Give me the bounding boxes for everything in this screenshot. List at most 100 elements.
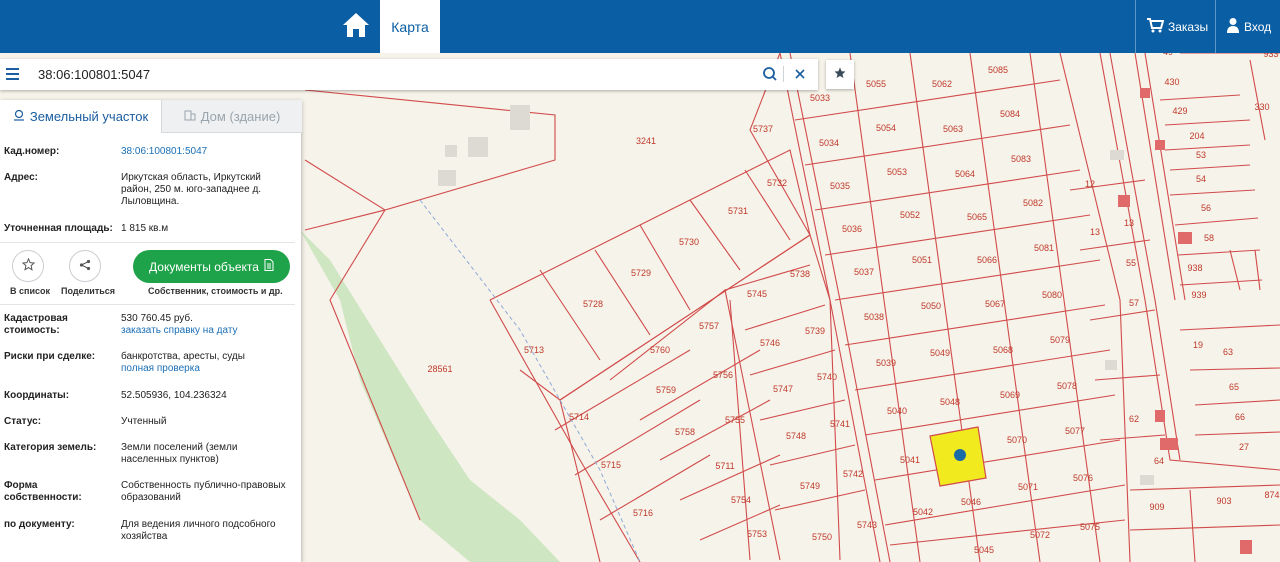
divider: [783, 66, 784, 82]
add-to-list-label: В список: [10, 286, 50, 296]
location-pin-icon: [13, 109, 25, 124]
parcel-label: 5745: [747, 289, 767, 299]
parcel-label: 5085: [988, 65, 1008, 75]
parcel-label: 909: [1149, 502, 1164, 512]
parcel-label: 13: [1124, 218, 1134, 228]
parcel-label: 939: [1191, 290, 1206, 300]
parcel-label: 5062: [932, 79, 952, 89]
cadnum-label: Кад.номер:: [4, 146, 60, 157]
add-to-list-button[interactable]: [12, 250, 44, 282]
address-value: Иркутская область, Иркутский район, 250 …: [121, 172, 293, 208]
address-line: Лыловщина.: [121, 196, 180, 207]
parcel-label: 5754: [731, 495, 751, 505]
parcel-label: 5741: [830, 419, 850, 429]
hamburger-menu-icon[interactable]: [6, 68, 19, 80]
tab-building[interactable]: Дом (здание): [161, 100, 302, 133]
parcel-label: 5046: [961, 497, 981, 507]
star-icon: [834, 66, 846, 84]
top-navbar: Карта Заказы Вход: [0, 0, 1280, 53]
login-button[interactable]: Вход: [1215, 0, 1280, 53]
parcel-label: 5071: [1018, 482, 1038, 492]
parcel-label: 5072: [1030, 530, 1050, 540]
order-certificate-link[interactable]: заказать справку на дату: [121, 325, 293, 337]
document-value: Для ведения личного подсобного хозяйства: [121, 519, 293, 543]
parcel-label: 5052: [900, 210, 920, 220]
parcel-label: 5079: [1050, 335, 1070, 345]
search-bar: [0, 59, 818, 90]
coordinates-label: Координаты:: [4, 390, 70, 401]
tab-land-plot[interactable]: Земельный участок: [0, 100, 161, 132]
full-check-link[interactable]: полная проверка: [121, 363, 293, 375]
ownership-label: Форма собственности:: [4, 480, 82, 503]
parcel-label: 5048: [940, 397, 960, 407]
parcel-label: 5755: [725, 415, 745, 425]
parcel-label: 5084: [1000, 109, 1020, 119]
tab-building-label: Дом (здание): [200, 108, 281, 124]
parcel-label: 5731: [728, 206, 748, 216]
status-label: Статус:: [4, 416, 42, 427]
parcel-label: 5715: [601, 460, 621, 470]
star-outline-icon: [21, 257, 35, 274]
address-line: Иркутская область, Иркутский: [121, 172, 261, 183]
parcel-label: 13: [1090, 227, 1100, 237]
share-icon: [79, 259, 91, 274]
parcel-label: 5742: [843, 469, 863, 479]
parcel-label: 27: [1239, 442, 1249, 452]
documents-button[interactable]: Документы объекта: [133, 250, 290, 283]
parcel-label: 5757: [699, 321, 719, 331]
parcel-label: 62: [1129, 414, 1139, 424]
search-icon[interactable]: [762, 66, 778, 82]
parcel-label: 5083: [1011, 154, 1031, 164]
value-line: Земли поселений (земли: [121, 442, 238, 453]
parcel-label: 5050: [921, 301, 941, 311]
parcel-label: 5746: [760, 338, 780, 348]
parcel-label: 5756: [713, 370, 733, 380]
clear-icon[interactable]: [792, 66, 808, 82]
label-line: Кадастровая: [4, 313, 68, 324]
parcel-label: 5716: [633, 508, 653, 518]
parcel-label: 28561: [427, 364, 452, 374]
tab-map[interactable]: Карта: [380, 0, 440, 53]
favorite-star-button[interactable]: [826, 60, 854, 89]
share-button[interactable]: [69, 250, 101, 282]
parcel-label: 5759: [656, 385, 676, 395]
documents-button-label: Документы объекта: [149, 259, 259, 274]
coordinates-value: 52.505936, 104.236324: [121, 390, 227, 401]
parcel-label: 5732: [767, 178, 787, 188]
parcel-label: 429: [1172, 106, 1187, 116]
parcel-label: 57: [1129, 298, 1139, 308]
building-icon: [184, 109, 196, 124]
parcel-label: 5077: [1065, 426, 1085, 436]
parcel-label: 5063: [943, 124, 963, 134]
parcel-label: 54: [1196, 174, 1206, 184]
parcel-label: 5067: [985, 299, 1005, 309]
parcel-label: 5065: [967, 212, 987, 222]
risks-text: банкротства, аресты, суды: [121, 351, 245, 362]
parcel-label: 5728: [583, 299, 603, 309]
tab-map-label: Карта: [391, 18, 429, 35]
parcel-label: 874: [1264, 490, 1279, 500]
search-input[interactable]: [38, 65, 738, 84]
land-category-label: Категория земель:: [4, 442, 97, 453]
parcel-label: 5748: [786, 431, 806, 441]
parcel-label: 56: [1201, 203, 1211, 213]
parcel-label: 5714: [569, 412, 589, 422]
risks-label: Риски при сделке:: [4, 351, 96, 362]
parcel-label: 5042: [913, 507, 933, 517]
divider: [0, 242, 295, 243]
parcel-label: 5070: [1007, 435, 1027, 445]
parcel-label: 5038: [864, 312, 884, 322]
parcel-label: 5082: [1023, 198, 1043, 208]
parcel-label: 5066: [977, 255, 997, 265]
location-marker-icon: [954, 449, 966, 461]
parcel-label: 5054: [876, 123, 896, 133]
parcel-label: 5750: [812, 532, 832, 542]
cadnum-value[interactable]: 38:06:100801:5047: [121, 146, 293, 158]
object-info-panel: Земельный участок Дом (здание) Кад.номер…: [0, 100, 302, 562]
parcel-label: 5049: [930, 348, 950, 358]
value-line: хозяйства: [121, 531, 168, 542]
parcel-label: 5711: [715, 461, 734, 471]
orders-button[interactable]: Заказы: [1135, 0, 1215, 53]
home-icon[interactable]: [340, 10, 372, 40]
parcel-label: 5760: [650, 345, 670, 355]
